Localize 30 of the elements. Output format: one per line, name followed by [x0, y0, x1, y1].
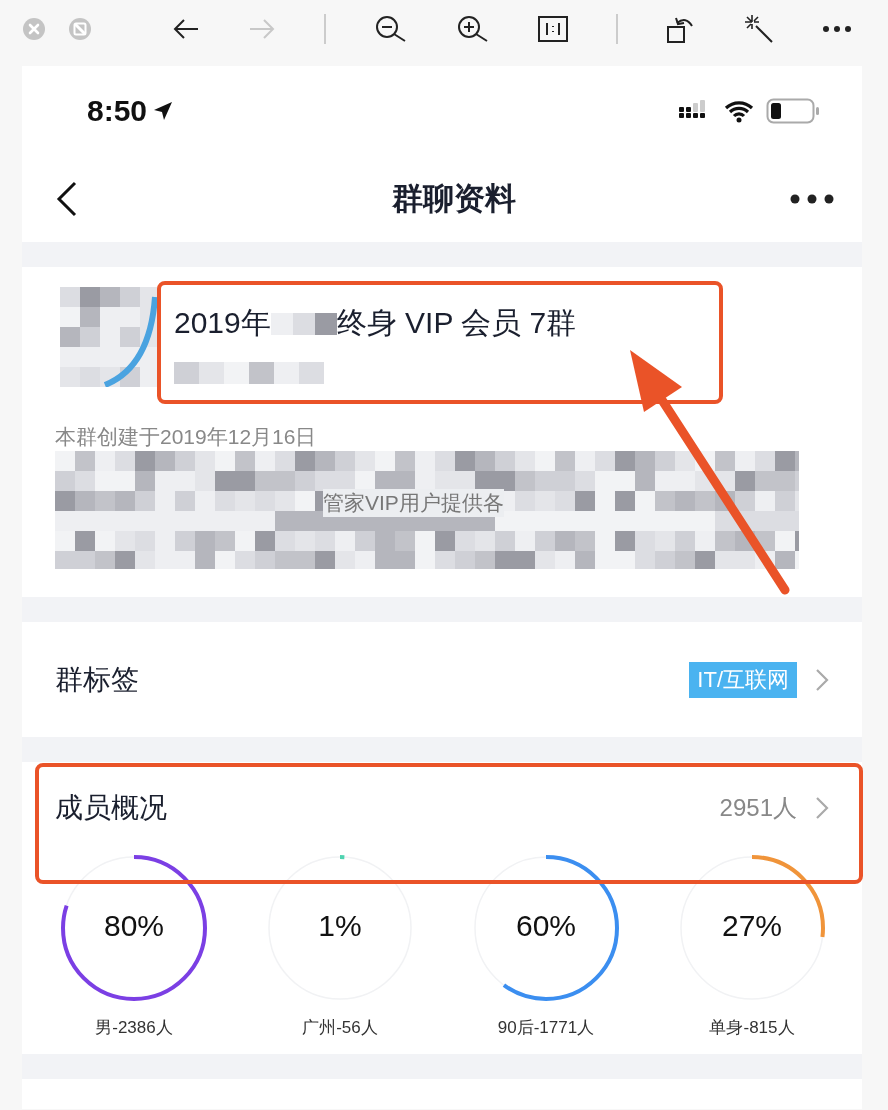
percent-value: 1%	[317, 909, 363, 943]
more-icon[interactable]	[822, 25, 852, 33]
stat-caption: 广州-56人	[302, 1017, 378, 1039]
created-date: 本群创建于2019年12月16日	[55, 424, 318, 450]
percent-value: 60%	[514, 909, 577, 943]
more-icon[interactable]	[790, 194, 834, 204]
zoom-out-icon[interactable]	[374, 15, 408, 43]
clock-time: 8:50	[87, 94, 148, 128]
location-arrow-icon	[153, 101, 174, 121]
back-arrow-icon[interactable]	[172, 17, 200, 41]
zoom-in-icon[interactable]	[456, 15, 490, 43]
group-name: 终身 VIP 会员 7群	[336, 305, 577, 341]
back-icon[interactable]	[56, 181, 78, 217]
row-label: 成员概况	[55, 791, 167, 825]
percent-value: 27%	[720, 909, 783, 943]
redaction-mosaic	[270, 312, 337, 335]
group-name: 2019年	[174, 305, 271, 341]
wifi-icon	[724, 99, 754, 123]
magic-wand-icon[interactable]	[744, 14, 774, 44]
stat-caption: 男-2386人	[95, 1017, 173, 1039]
member-count: 2951人	[719, 793, 797, 823]
stat-caption: 单身-815人	[709, 1017, 795, 1039]
row-label: 群标签	[55, 662, 139, 697]
percent-value: 80%	[102, 909, 165, 943]
stat-caption: 90后-1771人	[497, 1017, 595, 1039]
category-tag: IT/互联网	[689, 661, 797, 698]
actual-size-icon[interactable]	[538, 16, 568, 42]
page-title: 群聊资料	[392, 180, 516, 218]
group-description: 管家VIP用户提供各	[323, 489, 504, 517]
battery-icon	[766, 98, 820, 124]
